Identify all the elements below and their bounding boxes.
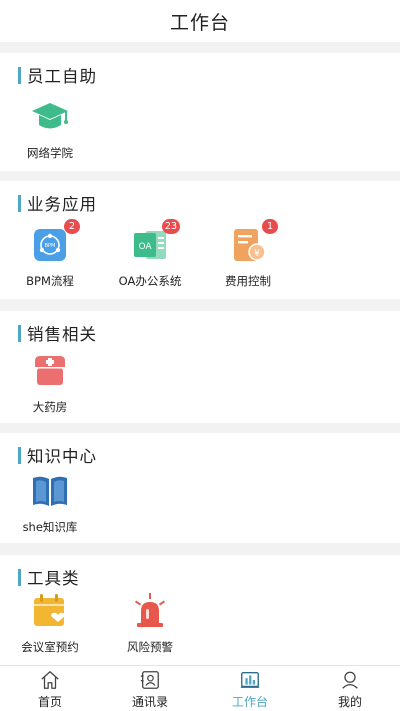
section-self-service: 员工自助 网络学院	[0, 53, 400, 171]
svg-text:OA: OA	[138, 242, 152, 252]
user-icon	[339, 669, 361, 691]
section-title: 业务应用	[27, 195, 97, 214]
tab-home[interactable]: 首页	[0, 666, 100, 711]
app-label: 会议室预约	[21, 640, 79, 654]
section-header: 知识中心	[18, 446, 97, 466]
tab-label: 我的	[337, 695, 362, 709]
app-expense-control[interactable]: ¥ 1 费用控制	[200, 219, 296, 289]
section-header: 员工自助	[18, 66, 97, 86]
bottom-tab-bar: 首页 通讯录 工作台 我的	[0, 665, 400, 711]
section-sales: 销售相关 大药房	[0, 311, 400, 423]
expense-icon: ¥ 1	[228, 219, 278, 265]
alarm-icon	[130, 591, 170, 631]
section-header: 销售相关	[18, 324, 97, 344]
unread-badge: 23	[161, 219, 180, 234]
app-label: 费用控制	[225, 274, 271, 288]
tab-contacts[interactable]: 通讯录	[100, 666, 200, 711]
home-icon	[39, 669, 61, 691]
tab-label: 通讯录	[131, 695, 168, 709]
top-bar: 工作台	[0, 0, 400, 42]
tab-workbench[interactable]: 工作台	[200, 666, 300, 711]
svg-text:¥: ¥	[254, 249, 260, 259]
app-label: OA办公系统	[118, 274, 182, 288]
page-title: 工作台	[169, 11, 230, 34]
section-title: 员工自助	[27, 67, 97, 86]
tab-me[interactable]: 我的	[300, 666, 400, 711]
section-accent-bar	[18, 324, 21, 342]
app-risk-warning[interactable]: 风险预警	[102, 591, 198, 655]
section-business-apps: 业务应用 BPM 2 BPM流程 OA 23 OA办公系统 ¥ 1 费用控制	[0, 181, 400, 299]
app-label: 大药房	[32, 400, 68, 414]
section-title: 知识中心	[27, 447, 97, 466]
section-tools: 工具类 会议室预约 风险预警	[0, 555, 400, 665]
app-online-academy[interactable]: 网络学院	[2, 97, 98, 161]
section-accent-bar	[18, 568, 21, 586]
section-accent-bar	[18, 446, 21, 464]
pharmacy-icon	[30, 351, 70, 391]
app-oa-system[interactable]: OA 23 OA办公系统	[102, 219, 198, 289]
book-icon	[30, 471, 70, 511]
unread-badge: 1	[262, 219, 278, 234]
app-label: she知识库	[22, 520, 78, 534]
bpm-flow-icon: BPM 2	[30, 219, 80, 265]
section-accent-bar	[18, 194, 21, 212]
tab-label: 首页	[37, 695, 62, 709]
tab-label: 工作台	[231, 695, 268, 709]
section-knowledge: 知识中心 she知识库	[0, 433, 400, 543]
section-header: 业务应用	[18, 194, 97, 214]
section-title: 销售相关	[27, 325, 97, 344]
unread-badge: 2	[64, 219, 80, 234]
oa-icon: OA 23	[130, 219, 180, 265]
svg-text:BPM: BPM	[45, 243, 56, 249]
app-label: 风险预警	[127, 640, 173, 654]
calendar-icon	[30, 591, 70, 631]
app-label: 网络学院	[27, 146, 73, 160]
contacts-icon	[139, 669, 161, 691]
graduation-cap-icon	[30, 97, 70, 137]
app-bpm-flow[interactable]: BPM 2 BPM流程	[2, 219, 98, 289]
section-accent-bar	[18, 66, 21, 84]
section-header: 工具类	[18, 568, 80, 588]
app-label: BPM流程	[26, 274, 74, 288]
app-meeting-room-booking[interactable]: 会议室预约	[2, 591, 98, 655]
workbench-icon	[239, 669, 261, 691]
section-title: 工具类	[27, 569, 80, 588]
app-pharmacy[interactable]: 大药房	[2, 351, 98, 415]
app-knowledge-base[interactable]: she知识库	[2, 471, 98, 535]
